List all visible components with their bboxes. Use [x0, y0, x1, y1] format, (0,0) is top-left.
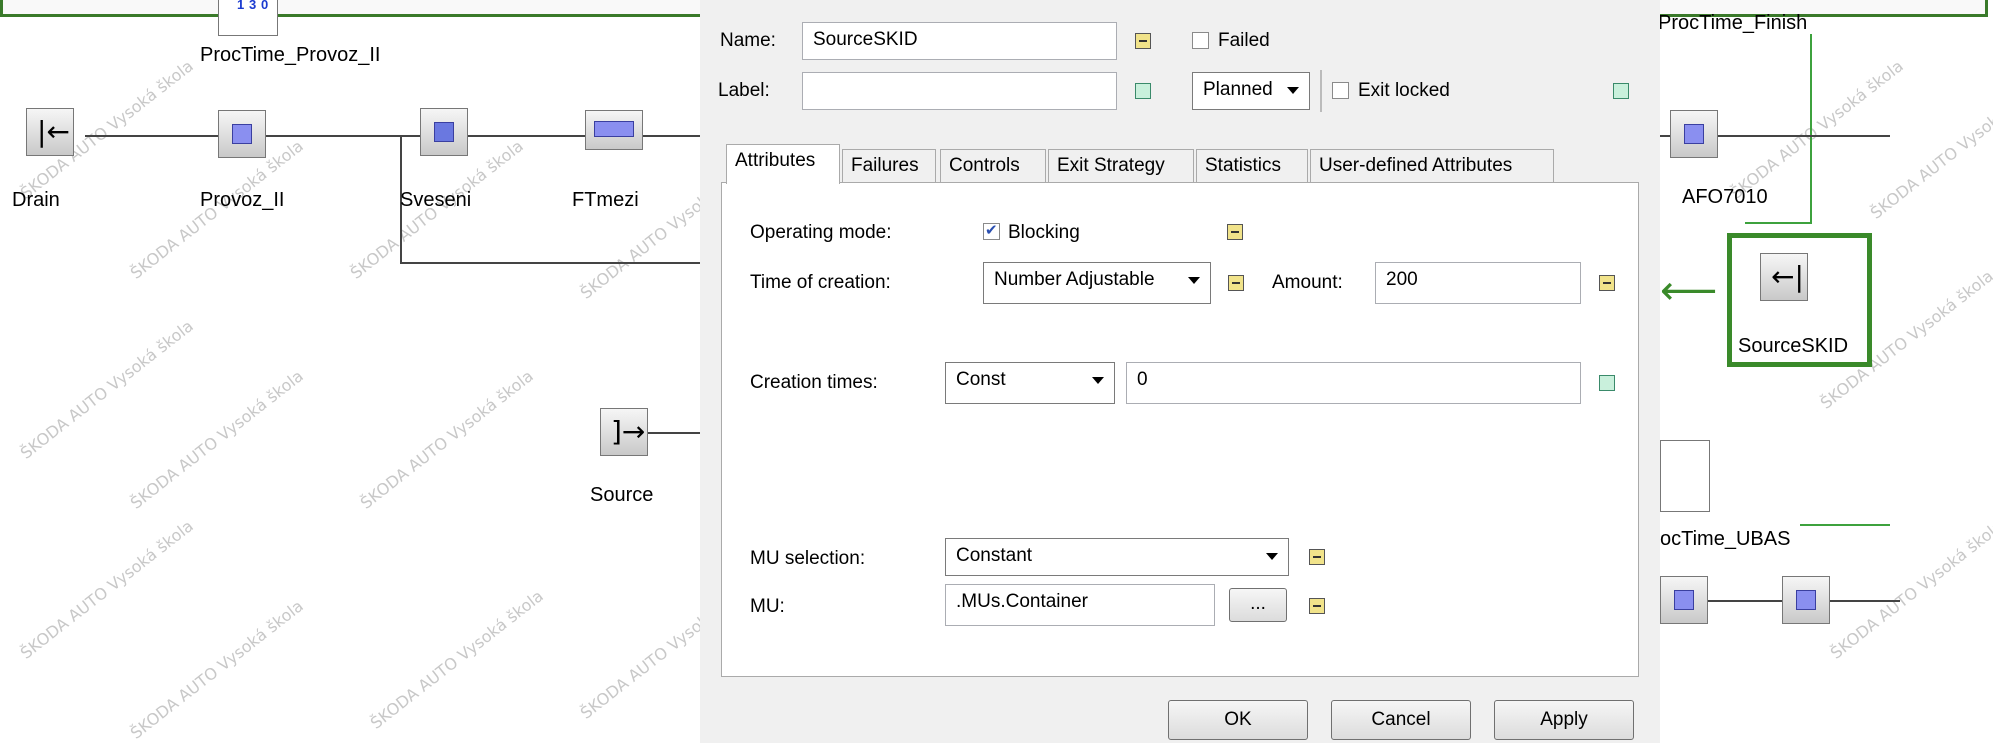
- label-field[interactable]: [802, 72, 1117, 110]
- time-of-creation-label: Time of creation:: [750, 272, 891, 293]
- sourceskid-node[interactable]: ←|: [1760, 253, 1808, 301]
- watermark: ŠKODA AUTO Vysoká škola: [16, 316, 197, 463]
- provoz-ii-node[interactable]: [218, 110, 266, 158]
- table-icon[interactable]: [1660, 440, 1710, 512]
- mu-selection-select[interactable]: Constant: [945, 538, 1289, 576]
- creation-times-value: Const: [956, 369, 1006, 390]
- table-digit: 0: [261, 0, 269, 12]
- ftmezi-label: FTmezi: [572, 189, 639, 211]
- status-value: Planned: [1203, 79, 1273, 100]
- name-field[interactable]: SourceSKID: [802, 22, 1117, 60]
- provoz-ii-label: Provoz_II: [200, 189, 285, 211]
- exit-locked-label: Exit locked: [1358, 80, 1450, 101]
- ok-button[interactable]: OK: [1168, 700, 1308, 740]
- buffer-icon: [594, 121, 634, 137]
- station-icon: [1674, 590, 1694, 610]
- amount-label: Amount:: [1272, 272, 1343, 293]
- tab-attributes[interactable]: Attributes: [726, 144, 840, 184]
- time-of-creation-value: Number Adjustable: [994, 269, 1155, 290]
- inherit-icon[interactable]: [1613, 83, 1629, 99]
- inherit-icon[interactable]: [1599, 375, 1615, 391]
- tab-statistics[interactable]: Statistics: [1196, 149, 1308, 182]
- mu-label: MU:: [750, 596, 785, 617]
- table-icon[interactable]: 1 3 0: [218, 0, 278, 36]
- source-icon: ]→: [611, 415, 646, 448]
- watermark: ŠKODA AUTO Vysoká škola: [356, 366, 537, 513]
- table-digit: 1: [237, 0, 245, 12]
- watermark: ŠKODA AUTO Vysoká škola: [126, 366, 307, 513]
- proctime-provoz-ii-label: ProcTime_Provoz_II: [200, 44, 381, 66]
- amount-field[interactable]: 200: [1375, 262, 1581, 304]
- failed-label: Failed: [1218, 30, 1270, 51]
- sveseni-node[interactable]: [420, 108, 468, 156]
- sveseni-label: Sveseni: [400, 189, 472, 211]
- drain-icon: |←: [37, 115, 70, 148]
- label-label: Label:: [718, 80, 770, 101]
- inherit-icon[interactable]: [1309, 598, 1325, 614]
- table-digit: 3: [249, 0, 257, 12]
- status-select[interactable]: Planned: [1192, 72, 1310, 110]
- chevron-down-icon: [1092, 377, 1104, 384]
- divider: [1320, 70, 1322, 112]
- browse-button[interactable]: ...: [1229, 588, 1287, 622]
- arrow-left-icon: ⟵: [1660, 268, 1718, 314]
- assembly-icon: [434, 122, 454, 142]
- failed-checkbox[interactable]: [1192, 32, 1209, 49]
- station-icon: [1684, 124, 1704, 144]
- inherit-icon[interactable]: [1227, 224, 1243, 240]
- chevron-down-icon: [1266, 553, 1278, 560]
- chevron-down-icon: [1287, 87, 1299, 94]
- drain-node[interactable]: |←: [26, 108, 74, 156]
- time-of-creation-select[interactable]: Number Adjustable: [983, 262, 1211, 304]
- station-node[interactable]: [1782, 576, 1830, 624]
- creation-times-select[interactable]: Const: [945, 362, 1115, 404]
- operating-mode-label: Operating mode:: [750, 222, 892, 243]
- afo7010-label: AFO7010: [1682, 186, 1768, 208]
- cancel-button[interactable]: Cancel: [1331, 700, 1471, 740]
- tab-controls[interactable]: Controls: [940, 149, 1046, 182]
- connector-line: [1810, 34, 1812, 224]
- watermark: ŠKODA AUTO Vysoká škola: [366, 586, 547, 733]
- watermark: ŠKODA AUTO Vysoká škola: [16, 516, 197, 663]
- watermark: ŠKODA AUTO Vysoká škola: [1866, 76, 1993, 223]
- source-label: Source: [590, 484, 654, 506]
- station-icon: [232, 124, 252, 144]
- station-icon: [1796, 590, 1816, 610]
- connector-line: [648, 432, 700, 434]
- source-node[interactable]: ]→: [600, 408, 648, 456]
- proctime-ubas-label: ocTime_UBAS: [1660, 528, 1791, 550]
- connector-line: [400, 262, 700, 264]
- blocking-checkbox[interactable]: [983, 221, 1000, 240]
- connector-line: [1800, 524, 1890, 526]
- creation-times-field[interactable]: 0: [1126, 362, 1581, 404]
- connector-line: [1745, 222, 1811, 224]
- drain-label: Drain: [12, 189, 60, 211]
- inherit-icon[interactable]: [1228, 275, 1244, 291]
- afo7010-node[interactable]: [1670, 110, 1718, 158]
- watermark: ŠKODA AUTO Vysoká škola: [1726, 56, 1907, 203]
- inherit-icon[interactable]: [1599, 275, 1615, 291]
- station-node[interactable]: [1660, 576, 1708, 624]
- source-icon: ←|: [1771, 260, 1804, 293]
- tab-exit-strategy[interactable]: Exit Strategy: [1048, 149, 1194, 182]
- ftmezi-node[interactable]: [585, 110, 643, 150]
- inherit-icon[interactable]: [1135, 83, 1151, 99]
- exit-locked-checkbox[interactable]: [1332, 82, 1349, 99]
- mu-field[interactable]: .MUs.Container: [945, 584, 1215, 626]
- mu-selection-value: Constant: [956, 545, 1033, 566]
- sourceskid-label: SourceSKID: [1738, 335, 1849, 357]
- inherit-icon[interactable]: [1135, 33, 1151, 49]
- tab-failures[interactable]: Failures: [842, 149, 936, 182]
- watermark: ŠKODA AUTO Vysoká škola: [1826, 516, 1993, 663]
- watermark: ŠKODA AUTO Vysoká škola: [126, 596, 307, 743]
- blocking-label: Blocking: [1008, 222, 1080, 243]
- chevron-down-icon: [1188, 277, 1200, 284]
- inherit-icon[interactable]: [1309, 549, 1325, 565]
- creation-times-label: Creation times:: [750, 372, 878, 393]
- name-label: Name:: [720, 30, 776, 51]
- tab-user-defined-attributes[interactable]: User-defined Attributes: [1310, 149, 1554, 182]
- mu-selection-label: MU selection:: [750, 548, 866, 569]
- apply-button[interactable]: Apply: [1494, 700, 1634, 740]
- proctime-finish-label: ProcTime_Finish: [1658, 12, 1808, 34]
